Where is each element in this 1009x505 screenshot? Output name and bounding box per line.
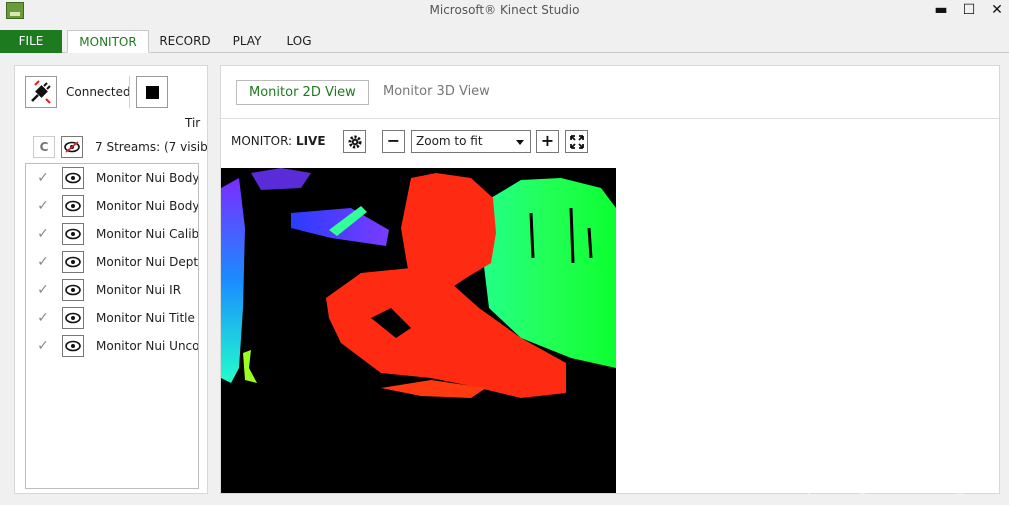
toggle-all-visibility-button[interactable]: [61, 136, 83, 158]
file-tab[interactable]: FILE: [0, 30, 62, 53]
minimize-button[interactable]: ▬: [928, 0, 954, 22]
list-item[interactable]: ✓ Monitor Nui Depth: [26, 248, 198, 276]
list-item[interactable]: ✓ Monitor Nui Calibra: [26, 220, 198, 248]
toolbar-divider: [129, 76, 130, 108]
tab-record[interactable]: RECORD: [154, 30, 216, 53]
streams-header-row: C 7 Streams: (7 visible: [29, 134, 207, 158]
visibility-toggle[interactable]: [62, 251, 84, 273]
divider: [221, 118, 999, 119]
stream-name: Monitor Nui Depth: [96, 255, 199, 269]
eye-icon: [65, 200, 81, 212]
eye-icon: [65, 228, 81, 240]
connection-status: Connected: [66, 85, 131, 99]
eye-icon: [65, 172, 81, 184]
close-button[interactable]: ✕: [984, 0, 1009, 22]
zoom-select[interactable]: Zoom to fit: [411, 130, 531, 153]
settings-button[interactable]: [343, 130, 366, 153]
stream-name: Monitor Nui Uncom: [96, 339, 199, 353]
stream-list: ✓ Monitor Nui Body F ✓ Monitor Nui Body …: [25, 163, 199, 489]
chevron-down-icon: [516, 140, 524, 145]
visibility-toggle[interactable]: [62, 307, 84, 329]
tab-monitor-2d-view[interactable]: Monitor 2D View: [236, 80, 369, 105]
connect-button[interactable]: [25, 76, 57, 108]
eye-hidden-icon: [64, 141, 80, 153]
zoom-out-button[interactable]: −: [382, 130, 405, 153]
depth-frame-picture: [221, 168, 616, 493]
stream-name: Monitor Nui Body I: [96, 199, 199, 213]
check-icon[interactable]: ✓: [32, 335, 54, 357]
main-tab-bar: FILE MONITOR RECORD PLAY LOG: [0, 28, 1009, 53]
title-bar: Microsoft® Kinect Studio ▬ ☐ ✕: [0, 0, 1009, 22]
stop-button[interactable]: [136, 76, 168, 108]
gear-icon: [348, 135, 361, 149]
eye-icon: [65, 340, 81, 352]
stream-name: Monitor Nui Title A: [96, 311, 199, 325]
tab-monitor-3d-view[interactable]: Monitor 3D View: [371, 80, 502, 105]
visibility-toggle[interactable]: [62, 279, 84, 301]
visibility-toggle[interactable]: [62, 223, 84, 245]
check-icon[interactable]: ✓: [32, 223, 54, 245]
column-header-time: Tir: [185, 116, 201, 130]
zoom-value: Zoom to fit: [416, 134, 483, 148]
list-item[interactable]: ✓ Monitor Nui Body I: [26, 192, 198, 220]
check-icon[interactable]: ✓: [32, 167, 54, 189]
eye-icon: [65, 284, 81, 296]
check-icon[interactable]: ✓: [32, 251, 54, 273]
visibility-toggle[interactable]: [62, 195, 84, 217]
maximize-button[interactable]: ☐: [956, 0, 982, 22]
fit-to-screen-button[interactable]: [565, 130, 588, 153]
list-item[interactable]: ✓ Monitor Nui IR: [26, 276, 198, 304]
visibility-toggle[interactable]: [62, 335, 84, 357]
monitor-state: LIVE: [295, 134, 326, 148]
depth-view-image: [221, 168, 616, 493]
watermark: https://blog.csdn.net/AN_loser: [787, 479, 998, 495]
window-title: Microsoft® Kinect Studio: [429, 3, 580, 17]
eye-icon: [65, 312, 81, 324]
list-item[interactable]: ✓ Monitor Nui Title A: [26, 304, 198, 332]
check-icon[interactable]: ✓: [32, 195, 54, 217]
check-icon[interactable]: ✓: [32, 307, 54, 329]
fullscreen-icon: [569, 135, 584, 149]
monitor-pane: Monitor 2D View Monitor 3D View MONITOR:…: [220, 65, 1000, 494]
zoom-in-icon: +: [540, 131, 555, 150]
visibility-toggle[interactable]: [62, 167, 84, 189]
connect-plug-icon: [31, 80, 51, 104]
tab-log[interactable]: LOG: [278, 30, 320, 53]
tab-play[interactable]: PLAY: [222, 30, 272, 53]
zoom-out-icon: −: [386, 131, 401, 150]
stream-name: Monitor Nui Body F: [96, 171, 199, 185]
eye-icon: [65, 256, 81, 268]
monitor-label: MONITOR:: [231, 134, 293, 148]
streams-pane: Connected Tir C 7 Streams: (7 visible ✓ …: [14, 65, 208, 494]
clear-button[interactable]: C: [33, 136, 55, 158]
list-item[interactable]: ✓ Monitor Nui Body F: [26, 164, 198, 192]
list-item[interactable]: ✓ Monitor Nui Uncom: [26, 332, 198, 360]
stream-name: Monitor Nui Calibra: [96, 227, 199, 241]
stream-name: Monitor Nui IR: [96, 283, 182, 297]
zoom-in-button[interactable]: +: [536, 130, 559, 153]
streams-summary: 7 Streams: (7 visible: [95, 140, 207, 154]
check-icon[interactable]: ✓: [32, 279, 54, 301]
tab-monitor[interactable]: MONITOR: [67, 30, 149, 53]
monitor-status: MONITOR: LIVE: [231, 134, 326, 148]
